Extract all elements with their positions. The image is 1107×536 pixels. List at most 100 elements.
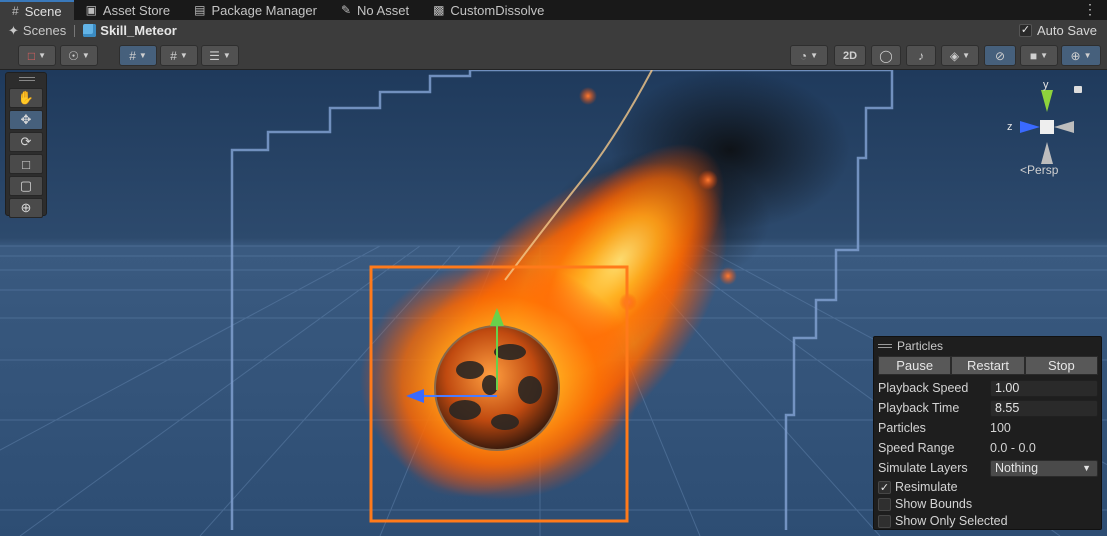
show-only-selected-checkbox[interactable] [878,514,891,528]
tab-no-asset-label: No Asset [357,2,410,18]
show-bounds-checkbox[interactable] [878,497,891,511]
mode-2d-label: 2D [842,49,858,62]
autosave-toggle[interactable]: ✓ Auto Save [1019,23,1097,38]
audio-toggle[interactable]: ♪ [906,45,936,66]
resimulate-toggle[interactable]: ✓ Resimulate [878,480,958,494]
tab-asset-store[interactable]: ▣ Asset Store [74,0,183,20]
lighting-toggle[interactable]: ◯ [871,45,901,66]
rotate-tool-button[interactable]: ⟳ [9,132,43,152]
particles-panel-title: Particles [897,339,944,353]
globe-icon: ☉ [68,48,79,63]
show-bounds-label: Show Bounds [895,497,973,511]
speed-range-label: Speed Range [878,441,955,455]
show-bounds-row: Show Bounds [878,495,1098,513]
breadcrumb-scenes[interactable]: ✦ Scenes [8,23,66,39]
gizmo-center-cube[interactable] [1040,120,1054,134]
particles-count-label: Particles [878,421,926,435]
breadcrumb-current[interactable]: Skill_Meteor [83,23,177,38]
shading-mode-dropdown[interactable]: ◔ ▼ [790,45,828,66]
neg-x-axis-cone[interactable] [1054,121,1074,133]
chevron-down-icon: ▼ [138,51,147,60]
y-axis-cone[interactable] [1041,90,1053,112]
eye-slash-icon: ⊘ [994,48,1006,63]
z-axis-cone[interactable] [1020,121,1040,133]
grid-dropdown[interactable]: # ▼ [160,45,198,66]
autosave-checkbox[interactable]: ✓ [1019,24,1032,37]
tab-asset-store-label: Asset Store [102,2,171,18]
tab-no-asset[interactable]: ✎ No Asset [329,0,421,20]
move-tool-button[interactable]: ✥ [9,110,43,130]
draw-mode-dropdown[interactable]: □ ▼ [18,45,56,66]
panel-grip-icon [878,344,892,348]
playback-buttons: Pause Restart Stop [878,356,1098,375]
asset-icon: ✎ [340,3,352,17]
show-only-selected-toggle[interactable]: Show Only Selected [878,514,1008,528]
prefab-cube-icon [83,24,97,37]
breadcrumb-scenes-label: Scenes [22,23,67,38]
projection-label: Persp [1027,163,1059,177]
rect-tool-button[interactable]: ▢ [9,176,43,196]
chevron-down-icon: ▼ [1083,51,1092,60]
light-bulb-icon: ◯ [879,48,893,63]
more-menu-icon[interactable]: ⋮ [1083,1,1097,18]
transform-tool-button[interactable]: ⊕ [9,198,43,218]
particles-count-value: 100 [990,421,1011,435]
chevron-down-icon: ▼ [222,51,231,60]
tab-scene[interactable]: # Scene [0,0,74,20]
resimulate-checkbox[interactable]: ✓ [878,480,891,494]
transform-icon: ⊕ [20,200,32,215]
particles-count-row: Particles 100 [878,419,1098,437]
rotate-icon: ⟳ [20,134,32,149]
shader-icon: ▩ [433,3,445,17]
playback-speed-field[interactable]: 1.00 [990,379,1098,397]
increment-snap-dropdown[interactable]: ☰ ▼ [201,45,239,66]
breadcrumb-current-label: Skill_Meteor [100,23,177,38]
scene-visibility-toggle[interactable]: ⊘ [984,45,1016,66]
chevron-down-icon: ▼ [179,51,188,60]
resimulate-label: Resimulate [895,480,958,494]
playback-speed-row: Playback Speed 1.00 [878,379,1098,397]
chevron-down-icon: ▼ [810,51,819,60]
playback-time-row: Playback Time 8.55 [878,399,1098,417]
store-icon: ▣ [85,3,97,17]
audio-mute-icon: ♪ [918,48,924,63]
pause-button[interactable]: Pause [878,356,952,375]
particles-panel-header[interactable]: Particles [878,339,943,353]
breadcrumb: ✦ Scenes Skill_Meteor ✓ Auto Save [0,20,1107,41]
chevron-down-icon: ▼ [962,51,971,60]
global-local-dropdown[interactable]: ☉ ▼ [60,45,98,66]
mode-2d-button[interactable]: 2D [834,45,866,66]
restart-button[interactable]: Restart [951,356,1025,375]
scale-tool-button[interactable]: □ [9,154,43,174]
autosave-label: Auto Save [1037,23,1097,38]
camera-dropdown[interactable]: ■ ▼ [1020,45,1058,66]
tab-package-manager[interactable]: ▤ Package Manager [182,0,329,20]
simulate-layers-dropdown[interactable]: Nothing ▼ [990,459,1098,477]
rect-icon: ▢ [19,178,33,193]
hand-tool-button[interactable]: ✋ [9,88,43,108]
scale-icon: □ [22,156,30,172]
playback-time-field[interactable]: 8.55 [990,399,1098,417]
simulate-layers-row: Simulate Layers Nothing ▼ [878,459,1098,477]
show-only-selected-row: Show Only Selected [878,512,1098,530]
ruler-icon: ☰ [209,48,220,63]
neg-y-axis-cone[interactable] [1041,142,1053,164]
grid-snap-dropdown[interactable]: # ▼ [119,45,157,66]
resimulate-row: ✓ Resimulate [878,478,1098,496]
projection-toggle[interactable]: <Persp [1020,163,1058,177]
stop-button[interactable]: Stop [1024,356,1098,375]
tab-package-manager-label: Package Manager [211,2,317,18]
perspective-icon: < [1020,163,1028,177]
lock-icon[interactable] [1074,86,1082,93]
show-only-selected-label: Show Only Selected [895,514,1008,528]
palette-grip[interactable] [19,77,35,81]
grid-icon: # [170,48,177,63]
tab-custom-dissolve[interactable]: ▩ CustomDissolve [421,0,556,20]
unity-icon: ✦ [8,22,19,38]
gizmos-dropdown[interactable]: ⊕ ▼ [1061,45,1101,66]
effects-dropdown[interactable]: ◈ ▼ [941,45,979,66]
show-bounds-toggle[interactable]: Show Bounds [878,497,972,511]
speed-range-row: Speed Range 0.0 - 0.0 [878,439,1098,457]
gizmo-globe-icon: ⊕ [1070,48,1081,63]
breadcrumb-separator [74,24,76,37]
